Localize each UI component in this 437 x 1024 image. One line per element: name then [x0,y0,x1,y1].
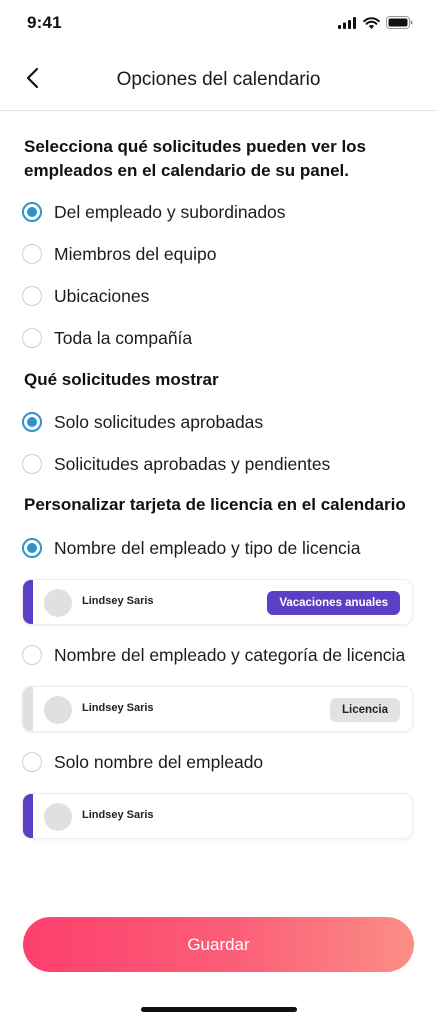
option-label: Nombre del empleado y categoría de licen… [54,644,406,665]
page-title: Opciones del calendario [116,69,321,90]
avatar [44,803,72,831]
option-label: Toda la compañía [54,327,193,348]
radio-unselected[interactable] [22,454,42,474]
leave-type-badge: Vacaciones anuales [267,591,400,615]
radio-selected[interactable] [22,202,42,222]
requests-option-approved-pending[interactable]: Solicitudes aprobadas y pendientes [22,450,330,478]
leave-category-badge: Licencia [329,698,400,722]
radio-unselected[interactable] [22,328,42,348]
save-button[interactable]: Guardar [23,917,414,972]
employee-name: Lindsey Saris [82,595,154,607]
option-label: Nombre del empleado y tipo de licencia [54,537,361,558]
radio-unselected[interactable] [22,645,42,665]
wifi-icon [363,16,380,34]
radio-unselected[interactable] [22,286,42,306]
radio-selected[interactable] [22,412,42,432]
visibility-option-company[interactable]: Toda la compañía [22,324,192,352]
card-section-title: Personalizar tarjeta de licencia en el c… [24,495,406,514]
preview-card-category: Lindsey Saris Licencia [22,686,413,732]
preview-card-type: Lindsey Saris Vacaciones anuales [22,579,413,625]
card-option-name-only[interactable]: Solo nombre del empleado [22,748,263,776]
option-label: Solo solicitudes aprobadas [54,411,264,432]
option-label: Solicitudes aprobadas y pendientes [54,453,331,474]
option-label: Del empleado y subordinados [54,201,286,222]
card-stripe [23,687,33,731]
status-time: 9:41 [27,13,62,32]
radio-selected[interactable] [22,538,42,558]
visibility-section-title: Selecciona qué solicitudes pueden ver lo… [24,137,367,180]
status-icons [338,16,413,34]
requests-section-title: Qué solicitudes mostrar [24,370,219,389]
radio-unselected[interactable] [22,752,42,772]
employee-name: Lindsey Saris [82,809,154,821]
home-indicator [141,1007,297,1012]
card-option-type[interactable]: Nombre del empleado y tipo de licencia [22,534,360,562]
card-stripe [23,794,33,838]
preview-card-name-only: Lindsey Saris [22,793,413,839]
nav-bar: Opciones del calendario [0,50,437,111]
employee-name: Lindsey Saris [82,702,154,714]
option-label: Ubicaciones [54,285,150,306]
avatar [44,589,72,617]
signal-icon [338,16,357,34]
visibility-option-team[interactable]: Miembros del equipo [22,240,216,268]
option-label: Miembros del equipo [54,243,217,264]
card-stripe [23,580,33,624]
visibility-option-subordinates[interactable]: Del empleado y subordinados [22,198,286,226]
requests-option-approved[interactable]: Solo solicitudes aprobadas [22,408,263,436]
avatar [44,696,72,724]
status-bar: 9:41 [0,0,437,50]
visibility-option-locations[interactable]: Ubicaciones [22,282,149,310]
battery-icon [386,16,413,34]
radio-unselected[interactable] [22,244,42,264]
card-option-category[interactable]: Nombre del empleado y categoría de licen… [22,641,405,669]
option-label: Solo nombre del empleado [54,751,264,772]
